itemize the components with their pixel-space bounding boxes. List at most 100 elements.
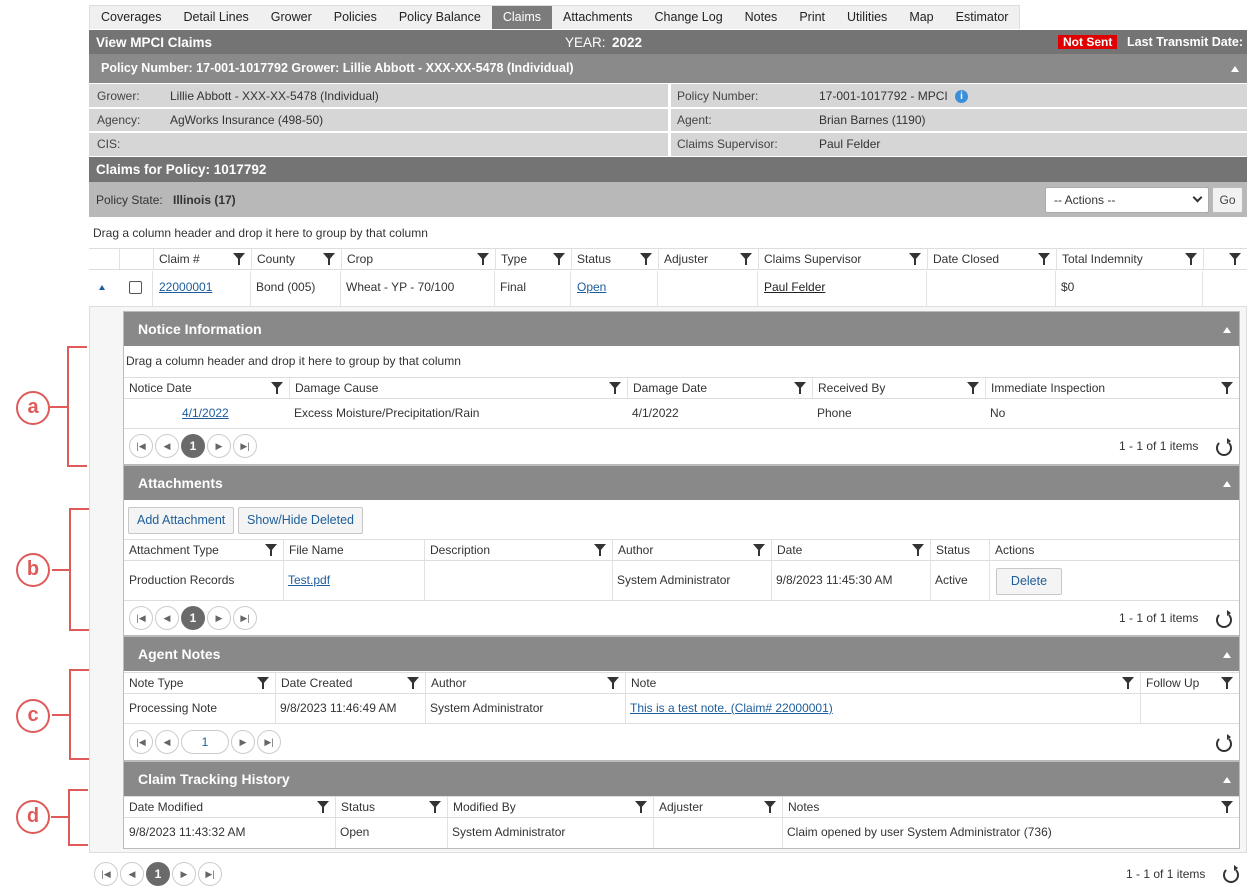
notice-date-link[interactable]: 4/1/2022 [182,399,229,427]
filter-icon[interactable] [1221,677,1233,689]
filter-icon[interactable] [594,544,606,556]
col-claims-supervisor[interactable]: Claims Supervisor [758,249,927,269]
last-page-icon[interactable]: ▶| [233,606,257,630]
refresh-icon[interactable] [1216,734,1232,752]
refresh-icon[interactable] [1216,438,1232,456]
actions-select[interactable]: -- Actions -- [1045,187,1209,213]
page-number[interactable]: 1 [181,434,205,458]
tracking-title[interactable]: Claim Tracking History [124,762,1239,796]
tab-grower[interactable]: Grower [260,6,323,29]
filter-icon[interactable] [607,677,619,689]
tab-utilities[interactable]: Utilities [836,6,898,29]
next-page-icon[interactable]: ▶ [231,730,255,754]
first-page-icon[interactable]: |◀ [129,730,153,754]
filter-icon[interactable] [609,382,621,394]
filter-icon[interactable] [233,253,245,265]
info-icon[interactable]: i [955,90,968,103]
filter-icon[interactable] [265,544,277,556]
agent-notes-title[interactable]: Agent Notes [124,637,1239,671]
first-page-icon[interactable]: |◀ [94,862,118,886]
tab-claims[interactable]: Claims [491,6,553,29]
tab-estimator[interactable]: Estimator [945,6,1020,29]
filter-icon[interactable] [323,253,335,265]
last-page-icon[interactable]: ▶| [198,862,222,886]
filter-icon[interactable] [1229,253,1241,265]
collapse-icon[interactable] [1223,481,1231,487]
filter-icon[interactable] [764,801,776,813]
filter-icon[interactable] [271,382,283,394]
last-page-icon[interactable]: ▶| [257,730,281,754]
refresh-icon[interactable] [1216,610,1232,628]
tab-detail-lines[interactable]: Detail Lines [172,6,259,29]
filter-icon[interactable] [1221,801,1233,813]
tab-map[interactable]: Map [898,6,944,29]
tab-policies[interactable]: Policies [323,6,388,29]
filter-icon[interactable] [1038,253,1050,265]
filter-icon[interactable] [477,253,489,265]
col-crop[interactable]: Crop [341,249,495,269]
col-county[interactable]: County [251,249,341,269]
filter-icon[interactable] [257,677,269,689]
prev-page-icon[interactable]: ◀ [155,434,179,458]
prev-page-icon[interactable]: ◀ [120,862,144,886]
col-type[interactable]: Type [495,249,571,269]
attachments-title[interactable]: Attachments [124,466,1239,500]
last-page-icon[interactable]: ▶| [233,434,257,458]
collapse-icon[interactable] [1223,327,1231,333]
filter-icon[interactable] [967,382,979,394]
col-date-closed[interactable]: Date Closed [927,249,1056,269]
filter-icon[interactable] [640,253,652,265]
show-hide-deleted-button[interactable]: Show/Hide Deleted [238,507,364,534]
collapse-icon[interactable] [1223,652,1231,658]
filter-icon[interactable] [912,544,924,556]
claim-link[interactable]: 22000001 [159,273,212,301]
filter-icon[interactable] [794,382,806,394]
row-checkbox[interactable] [129,281,142,294]
prev-page-icon[interactable]: ◀ [155,606,179,630]
first-page-icon[interactable]: |◀ [129,434,153,458]
filter-icon[interactable] [1122,677,1134,689]
add-attachment-button[interactable]: Add Attachment [128,507,235,534]
collapse-icon[interactable] [1223,777,1231,783]
filter-icon[interactable] [317,801,329,813]
expand-icon[interactable] [99,285,105,290]
delete-button[interactable]: Delete [996,568,1062,595]
filter-icon[interactable] [407,677,419,689]
status-link[interactable]: Open [577,273,606,301]
notice-title[interactable]: Notice Information [124,312,1239,346]
filter-icon[interactable] [635,801,647,813]
filter-icon[interactable] [1221,382,1233,394]
filter-icon[interactable] [1185,253,1197,265]
filter-icon[interactable] [740,253,752,265]
policy-bar[interactable]: Policy Number: 17-001-1017792 Grower: Li… [89,54,1247,83]
tab-coverages[interactable]: Coverages [90,6,172,29]
tab-print[interactable]: Print [788,6,836,29]
col-adjuster[interactable]: Adjuster [658,249,758,269]
filter-icon[interactable] [909,253,921,265]
filter-icon[interactable] [753,544,765,556]
col-status[interactable]: Status [571,249,658,269]
tab-change-log[interactable]: Change Log [644,6,734,29]
collapse-icon[interactable] [1231,66,1239,72]
table-row[interactable]: 22000001 Bond (005) Wheat - YP - 70/100 … [89,271,1247,307]
page-number[interactable]: 1 [146,862,170,886]
next-page-icon[interactable]: ▶ [207,434,231,458]
page-number[interactable]: 1 [181,606,205,630]
tab-policy-balance[interactable]: Policy Balance [388,6,492,29]
col-claim[interactable]: Claim # [153,249,251,269]
first-page-icon[interactable]: |◀ [129,606,153,630]
col-total-indemnity[interactable]: Total Indemnity [1056,249,1203,269]
supervisor-link[interactable]: Paul Felder [764,273,825,301]
file-link[interactable]: Test.pdf [288,566,330,594]
filter-icon[interactable] [553,253,565,265]
go-button[interactable]: Go [1212,187,1243,213]
prev-page-icon[interactable]: ◀ [155,730,179,754]
next-page-icon[interactable]: ▶ [207,606,231,630]
next-page-icon[interactable]: ▶ [172,862,196,886]
tab-attachments[interactable]: Attachments [552,6,643,29]
page-number[interactable]: 1 [181,730,229,754]
filter-icon[interactable] [429,801,441,813]
note-link[interactable]: This is a test note. (Claim# 22000001) [630,694,833,722]
refresh-icon[interactable] [1223,865,1239,883]
tab-notes[interactable]: Notes [734,6,789,29]
